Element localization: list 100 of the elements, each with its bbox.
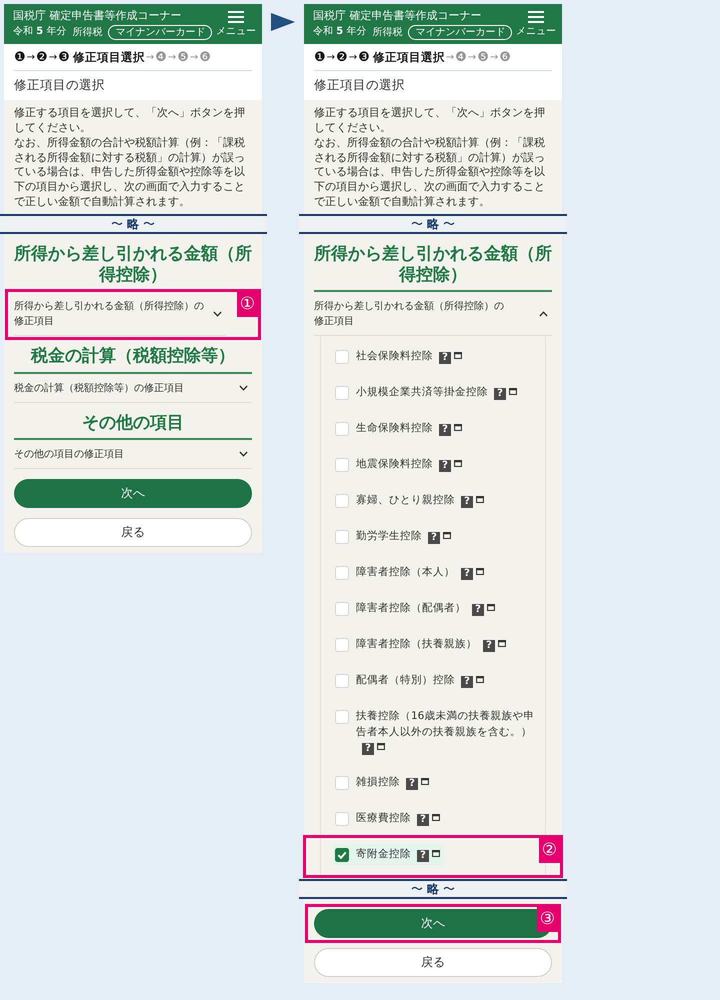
tax-year: 令和 5 年分 [313,24,366,39]
option-label: 社会保険料控除 [356,350,433,362]
step-number: ❺ [477,49,489,66]
option-label: 医療費控除 [356,812,411,824]
page-title: 修正項目の選択 [314,76,406,94]
window-icon[interactable] [476,676,484,684]
step-number: ❹ [455,49,467,66]
page-title: 修正項目の選択 [14,76,106,94]
help-button[interactable]: ? [428,532,440,544]
tax-year: 令和 5 年分 [13,24,66,39]
chevron-down-icon [213,311,222,318]
menu-button[interactable]: メニュー [516,10,556,38]
instruction-text: 修正する項目を選択して、「次へ」ボタンを押してください。 [314,106,546,136]
help-button[interactable]: ? [406,778,418,790]
window-icon[interactable] [476,568,484,576]
window-icon[interactable] [377,742,385,750]
help-button[interactable]: ? [472,604,484,616]
help-button[interactable]: ? [461,568,473,580]
window-icon[interactable] [443,532,451,540]
window-icon[interactable] [498,640,506,648]
window-icon[interactable] [476,496,484,504]
menu-button[interactable]: メニュー [216,10,256,38]
instruction-text: なお、所得金額の合計や税額計算（例：「課税される所得金額に対する税額」の計算）が誤っている場合は、申告した所得金額や控除等を以下の項目から選択し、次の画面で入力することで正しい金額で自動計算されます。 [14,136,246,210]
help-button[interactable]: ? [439,424,451,436]
step-arrow: → [146,52,154,63]
option-label: 扶養控除（16歳未満の扶養親族や申告者本人以外の扶養親族を含む。） [356,710,534,738]
primary-button[interactable]: 次へ [14,478,252,508]
chevron-down-icon [239,451,248,458]
callout-number: ② [538,838,560,864]
accordion-header[interactable]: 所得から差し引かれる金額（所得控除）の修正項目 [314,292,552,336]
tax-type: 所得税 [372,26,402,39]
step-label: 修正項目選択 [372,50,445,65]
window-icon[interactable] [421,778,429,786]
help-button[interactable]: ? [439,352,451,364]
window-icon[interactable] [454,424,462,432]
option-label: 障害者控除（扶養親族） [356,638,477,650]
step-arrow: → [348,52,358,63]
accordion-header[interactable]: 所得から差し引かれる金額（所得控除）の修正項目 [14,292,226,336]
step-number: ❷ [36,49,48,66]
step-number: ❻ [199,49,211,66]
step-number: ❶ [314,49,326,66]
option-label: 地震保険料控除 [356,458,433,470]
login-method-tag: マイナンバーカード [108,24,212,40]
help-button[interactable]: ? [417,814,429,826]
step-arrow: → [190,52,198,63]
window-icon[interactable] [509,388,517,396]
section-heading: 税金の計算（税額控除等） [14,346,252,374]
window-icon[interactable] [432,850,440,858]
help-button[interactable]: ? [417,850,429,862]
instruction-text: 修正する項目を選択して、「次へ」ボタンを押してください。 [14,106,246,136]
step-arrow: → [26,52,36,63]
option-label: 生命保険料控除 [356,422,433,434]
window-icon[interactable] [487,604,495,612]
step-number: ❸ [58,49,70,66]
help-button[interactable]: ? [461,676,473,688]
option-label: 雑損控除 [356,776,400,788]
login-method-tag: マイナンバーカード [408,24,512,40]
step-number: ❺ [177,49,189,66]
step-label: 修正項目選択 [72,50,145,65]
accordion-header[interactable]: その他の項目の修正項目 [14,440,252,469]
step-arrow: → [490,52,498,63]
option-label: 勤労学生控除 [356,530,422,542]
option-label: 小規模企業共済等掛金控除 [356,386,488,398]
option-label: 寄附金控除 [356,848,411,860]
triangle-arrow-icon [271,13,295,31]
step-number: ❸ [358,49,370,66]
callout-number: ③ [536,907,558,932]
tax-type: 所得税 [72,26,102,39]
option-label: 障害者控除（本人） [356,566,455,578]
window-icon[interactable] [454,352,462,360]
help-button[interactable]: ? [483,640,495,652]
site-title: 国税庁 確定申告書等作成コーナー [313,8,482,23]
step-number: ❷ [336,49,348,66]
menu-icon [228,10,244,22]
window-icon[interactable] [432,814,440,822]
step-arrow: → [468,52,476,63]
help-button[interactable]: ? [494,388,506,400]
menu-icon [528,10,544,22]
section-heading: 所得から差し引かれる金額（所得控除） [314,244,552,292]
accordion-header[interactable]: 税金の計算（税額控除等）の修正項目 [14,374,252,403]
section-heading: その他の項目 [14,412,252,440]
step-arrow: → [48,52,58,63]
help-button[interactable]: ? [461,496,473,508]
site-title: 国税庁 確定申告書等作成コーナー [13,8,182,23]
secondary-button[interactable]: 戻る [314,948,552,978]
option-label: 障害者控除（配偶者） [356,602,466,614]
help-button[interactable]: ? [439,460,451,472]
step-arrow: → [446,52,454,63]
option-label: 寡婦、ひとり親控除 [356,494,455,506]
window-icon[interactable] [454,460,462,468]
secondary-button[interactable]: 戻る [14,518,252,547]
step-arrow: → [326,52,336,63]
instruction-text: なお、所得金額の合計や税額計算（例：「課税される所得金額に対する税額」の計算）が誤っている場合は、申告した所得金額や控除等を以下の項目から選択し、次の画面で入力することで正しい金額で自動計算されます。 [314,136,546,210]
option-label: 配偶者（特別）控除 [356,674,455,686]
chevron-up-icon [539,311,548,318]
help-button[interactable]: ? [362,742,374,755]
callout-number: ① [236,292,258,318]
checkbox[interactable] [335,848,349,862]
chevron-down-icon [239,385,248,392]
step-arrow: → [168,52,176,63]
